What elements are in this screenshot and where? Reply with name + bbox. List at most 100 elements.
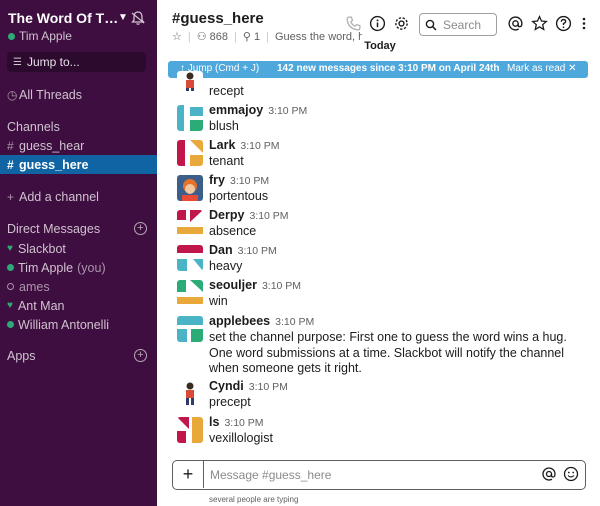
dm-label: ames [19, 279, 50, 294]
presence-icon [7, 264, 14, 271]
message-author[interactable]: emmajoy [209, 103, 263, 117]
channel-label: guess_here [19, 157, 89, 172]
slack-app: The Word Of Th... ▼ Tim Apple ☰ Jump to..… [0, 0, 600, 506]
message-author[interactable]: Lark [209, 138, 235, 152]
star-icon[interactable]: ☆ [172, 30, 182, 43]
sidebar-item-dm-slackbot[interactable]: ♥ Slackbot [0, 239, 157, 258]
message-input[interactable]: Message #guess_here [210, 468, 331, 482]
message-text: recept [209, 84, 244, 98]
sidebar-item-dm-william[interactable]: William Antonelli [0, 315, 157, 334]
avatar[interactable] [177, 417, 203, 443]
message-text: tenant [209, 154, 244, 168]
more-vertical-icon[interactable] [579, 15, 589, 32]
chevron-down-icon[interactable]: ▼ [118, 12, 128, 23]
dm-you-label: (you) [77, 260, 106, 275]
message-header: Cyndi 3:10 PM [209, 379, 288, 393]
member-count[interactable]: 868 [210, 31, 228, 43]
message-time[interactable]: 3:10 PM [230, 175, 269, 187]
star-outline-icon[interactable] [531, 15, 548, 32]
message-time[interactable]: 3:10 PM [224, 417, 263, 429]
message-time[interactable]: 3:10 PM [262, 280, 301, 292]
jump-to-button[interactable]: ☰ Jump to... [7, 52, 146, 72]
workspace-name[interactable]: The Word Of Th... [8, 10, 123, 26]
message-author[interactable]: Derpy [209, 208, 244, 222]
members-icon[interactable]: ⚇ [197, 30, 207, 43]
sidebar-item-all-threads[interactable]: ◷ All Threads [0, 85, 157, 104]
avatar[interactable] [177, 381, 203, 407]
message-time[interactable]: 3:10 PM [275, 316, 314, 328]
avatar[interactable] [177, 245, 203, 271]
avatar[interactable] [177, 280, 203, 306]
add-channel-button[interactable]: + Add a channel [0, 187, 157, 206]
message-text: vexillologist [209, 431, 273, 445]
channel-label: guess_hear [19, 138, 85, 153]
channel-title[interactable]: #guess_here [172, 10, 264, 27]
message-author[interactable]: fry [209, 173, 225, 187]
gear-icon[interactable] [393, 15, 410, 32]
message-author[interactable]: ls [209, 415, 219, 429]
attach-button[interactable]: + [173, 461, 204, 488]
workspace-header[interactable]: The Word Of Th... ▼ Tim Apple [0, 0, 157, 46]
avatar[interactable] [177, 210, 203, 236]
sidebar-item-dm-ant-man[interactable]: ♥ Ant Man [0, 296, 157, 315]
new-messages-text: 142 new messages since 3:10 PM on April … [277, 63, 500, 74]
message-header: Derpy 3:10 PM [209, 208, 289, 222]
heart-icon: ♥ [7, 300, 13, 311]
current-user-name: Tim Apple [19, 29, 72, 43]
add-dm-icon[interactable]: + [134, 222, 147, 235]
message-author[interactable]: seouljer [209, 278, 257, 292]
sidebar-item-dm-ames[interactable]: ames [0, 277, 157, 296]
phone-icon[interactable] [345, 15, 362, 32]
new-messages-banner[interactable]: ↑ Jump (Cmd + J) 142 new messages since … [168, 61, 588, 78]
message-text: heavy [209, 259, 243, 273]
mentions-icon[interactable] [507, 15, 524, 32]
date-divider: Today [355, 40, 405, 52]
plus-icon: + [7, 189, 15, 204]
search-input[interactable]: Search [419, 13, 497, 36]
message-author[interactable]: applebees [209, 314, 270, 328]
avatar[interactable] [177, 316, 203, 342]
avatar[interactable] [177, 71, 203, 91]
current-user: Tim Apple [8, 29, 72, 43]
dm-label: Ant Man [17, 298, 65, 313]
bell-icon[interactable] [130, 10, 146, 26]
message-composer[interactable]: + Message #guess_here [172, 460, 586, 490]
message-time[interactable]: 3:10 PM [249, 210, 288, 222]
dm-section-header[interactable]: Direct Messages + [0, 219, 157, 238]
emoji-icon[interactable] [563, 466, 579, 482]
channel-topic[interactable]: Guess the word, h [275, 31, 362, 43]
message-author[interactable]: Cyndi [209, 379, 244, 393]
info-icon[interactable] [369, 15, 386, 32]
message-text: blush [209, 119, 239, 133]
message-time[interactable]: 3:10 PM [238, 245, 277, 257]
message-header: fry 3:10 PM [209, 173, 269, 187]
add-channel-label: Add a channel [19, 189, 99, 204]
pinned-count[interactable]: 1 [254, 31, 260, 43]
message-time[interactable]: 3:10 PM [268, 105, 307, 117]
avatar[interactable] [177, 140, 203, 166]
mention-icon[interactable] [541, 466, 557, 482]
sidebar-item-guess-here[interactable]: # guess_here [0, 155, 157, 174]
presence-icon [7, 321, 14, 328]
channels-section-header[interactable]: Channels [0, 117, 157, 136]
sidebar-item-dm-tim-apple[interactable]: Tim Apple (you) [0, 258, 157, 277]
sidebar: The Word Of Th... ▼ Tim Apple ☰ Jump to..… [0, 0, 157, 506]
message-author[interactable]: Dan [209, 243, 233, 257]
pin-icon[interactable]: ⚲ [243, 30, 251, 43]
message-time[interactable]: 3:10 PM [249, 381, 288, 393]
jump-icon: ☰ [13, 56, 22, 68]
channel-meta: ☆ | ⚇ 868 | ⚲ 1 | Guess the word, h [172, 30, 362, 44]
message-text: win [209, 294, 228, 308]
message-time[interactable]: 3:10 PM [240, 140, 279, 152]
apps-section-header[interactable]: Apps + [0, 346, 157, 365]
add-app-icon[interactable]: + [134, 349, 147, 362]
message-text: absence [209, 224, 257, 238]
help-icon[interactable] [555, 15, 572, 32]
avatar[interactable] [177, 105, 203, 131]
message-text: precept [209, 395, 251, 409]
mark-as-read-button[interactable]: Mark as read ✕ [507, 63, 577, 74]
sidebar-item-guess-hear[interactable]: # guess_hear [0, 136, 157, 155]
avatar[interactable] [177, 175, 203, 201]
heart-icon: ♥ [7, 243, 13, 254]
message-header: emmajoy 3:10 PM [209, 103, 307, 117]
